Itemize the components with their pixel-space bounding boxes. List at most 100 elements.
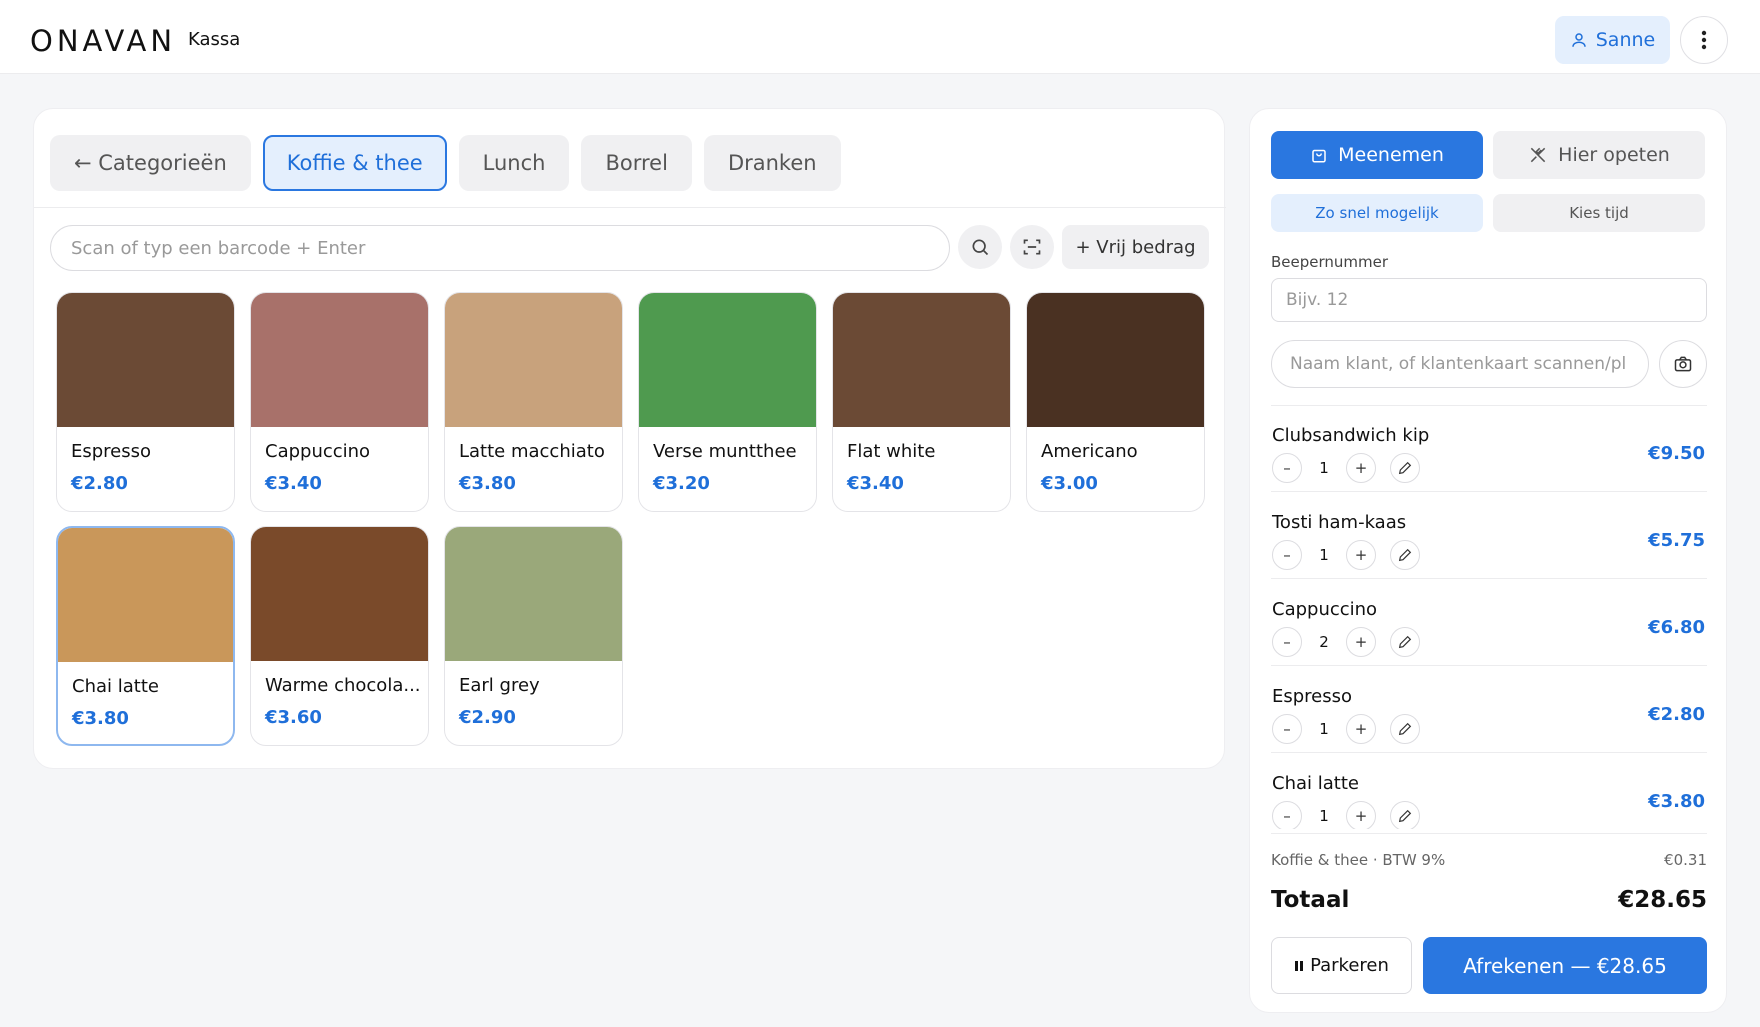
quantity-stepper: – 2 +	[1272, 627, 1420, 657]
product-name: Warme chocola...	[265, 675, 421, 696]
beeper-input[interactable]: Bijv. 12	[1271, 278, 1707, 322]
decrease-button[interactable]: –	[1272, 627, 1302, 657]
product-price: €3.00	[1041, 473, 1098, 494]
order-line-price: €2.80	[1648, 704, 1705, 725]
user-name: Sanne	[1595, 29, 1656, 51]
more-menu-button[interactable]	[1680, 16, 1728, 64]
order-line-price: €3.80	[1648, 791, 1705, 812]
vat-value: €0.31	[1664, 851, 1707, 869]
product-image	[57, 293, 234, 427]
scan-button[interactable]	[1010, 225, 1054, 269]
plus-icon: +	[1354, 459, 1368, 477]
product-card[interactable]: Warme chocola... €3.60	[250, 526, 429, 746]
decrease-button[interactable]: –	[1272, 801, 1302, 829]
product-card[interactable]: Cappuccino €3.40	[250, 292, 429, 512]
tab-koffie-thee[interactable]: Koffie & thee	[262, 135, 447, 191]
product-price: €3.40	[847, 473, 904, 494]
brand-logo: ONAVAN	[30, 24, 177, 58]
product-price: €3.40	[265, 473, 322, 494]
product-grid: Espresso €2.80 Cappuccino €3.40 Latte macchi…	[56, 292, 1205, 746]
increase-button[interactable]: +	[1346, 540, 1376, 570]
product-card[interactable]: Chai latte €3.80	[56, 526, 235, 746]
increase-button[interactable]: +	[1346, 453, 1376, 483]
edit-line-button[interactable]	[1390, 627, 1420, 657]
pencil-icon	[1397, 634, 1413, 650]
search-icon	[970, 237, 990, 257]
increase-button[interactable]: +	[1346, 714, 1376, 744]
takeaway-label: Meenemen	[1338, 144, 1444, 166]
search-button[interactable]	[958, 225, 1002, 269]
customer-input[interactable]: Naam klant, of klantenkaart scannen/pl	[1271, 340, 1649, 388]
product-image	[639, 293, 816, 427]
pause-icon	[1294, 960, 1304, 972]
tab-borrel[interactable]: Borrel	[581, 135, 692, 191]
product-card[interactable]: Latte macchiato €3.80	[444, 292, 623, 512]
scan-icon	[1022, 237, 1042, 257]
product-card[interactable]: Americano €3.00	[1026, 292, 1205, 512]
vat-row: Koffie & thee · BTW 9% €0.31	[1271, 851, 1707, 869]
park-label: Parkeren	[1310, 955, 1389, 976]
product-card[interactable]: Espresso €2.80	[56, 292, 235, 512]
tab-dranken[interactable]: Dranken	[703, 135, 841, 191]
edit-line-button[interactable]	[1390, 801, 1420, 829]
edit-line-button[interactable]	[1390, 714, 1420, 744]
quantity-stepper: – 1 +	[1272, 714, 1420, 744]
tab-categories-back[interactable]: ← Categorieën	[50, 135, 251, 191]
quantity-value: 2	[1319, 633, 1329, 651]
decrease-button[interactable]: –	[1272, 540, 1302, 570]
user-button[interactable]: Sanne	[1555, 16, 1670, 64]
product-card[interactable]: Flat white €3.40	[832, 292, 1011, 512]
tab-lunch[interactable]: Lunch	[458, 135, 570, 191]
decrease-button[interactable]: –	[1272, 714, 1302, 744]
product-price: €2.80	[71, 473, 128, 494]
park-button[interactable]: Parkeren	[1271, 937, 1412, 994]
product-name: Espresso	[71, 441, 152, 462]
order-line-name: Cappuccino	[1272, 599, 1378, 620]
product-name: Cappuccino	[265, 441, 371, 462]
minus-icon: –	[1283, 720, 1291, 738]
minus-icon: –	[1283, 459, 1291, 477]
dine-in-button[interactable]: Hier opeten	[1493, 131, 1705, 179]
increase-button[interactable]: +	[1346, 627, 1376, 657]
order-line: Clubsandwich kip €9.50 – 1 +	[1271, 405, 1707, 492]
edit-line-button[interactable]	[1390, 453, 1420, 483]
barcode-search-input[interactable]: Scan of typ een barcode + Enter	[50, 225, 950, 271]
increase-button[interactable]: +	[1346, 801, 1376, 829]
order-line-name: Chai latte	[1272, 773, 1359, 794]
order-line-price: €6.80	[1648, 617, 1705, 638]
order-line-name: Espresso	[1272, 686, 1353, 707]
camera-button[interactable]	[1659, 340, 1707, 388]
plus-icon: +	[1354, 546, 1368, 564]
takeaway-button[interactable]: Meenemen	[1271, 131, 1483, 179]
order-panel: Meenemen Hier opeten Zo snel mogelijk Ki…	[1249, 108, 1727, 1013]
choose-time-button[interactable]: Kies tijd	[1493, 194, 1705, 232]
divider	[1271, 833, 1707, 834]
quantity-value: 1	[1319, 807, 1329, 825]
kebab-icon	[1701, 30, 1707, 50]
decrease-button[interactable]: –	[1272, 453, 1302, 483]
order-line: Chai latte €3.80 – 1 +	[1271, 753, 1707, 829]
product-image	[251, 293, 428, 427]
order-line-name: Tosti ham-kaas	[1272, 512, 1407, 533]
order-line-price: €9.50	[1648, 443, 1705, 464]
product-price: €3.60	[265, 707, 322, 728]
minus-icon: –	[1283, 633, 1291, 651]
quantity-stepper: – 1 +	[1272, 453, 1420, 483]
product-image	[833, 293, 1010, 427]
product-card[interactable]: Earl grey €2.90	[444, 526, 623, 746]
product-name: Verse muntthee	[653, 441, 797, 462]
quantity-stepper: – 1 +	[1272, 540, 1420, 570]
quantity-value: 1	[1319, 459, 1329, 477]
pencil-icon	[1397, 721, 1413, 737]
beeper-label: Beepernummer	[1271, 253, 1389, 271]
free-amount-button[interactable]: + Vrij bedrag	[1062, 225, 1209, 269]
product-image	[251, 527, 428, 661]
asap-button[interactable]: Zo snel mogelijk	[1271, 194, 1483, 232]
total-row: Totaal €28.65	[1271, 887, 1707, 913]
product-card[interactable]: Verse muntthee €3.20	[638, 292, 817, 512]
checkout-button[interactable]: Afrekenen — €28.65	[1423, 937, 1707, 994]
plus-icon: +	[1354, 633, 1368, 651]
product-name: Earl grey	[459, 675, 540, 696]
product-name: Americano	[1041, 441, 1138, 462]
edit-line-button[interactable]	[1390, 540, 1420, 570]
